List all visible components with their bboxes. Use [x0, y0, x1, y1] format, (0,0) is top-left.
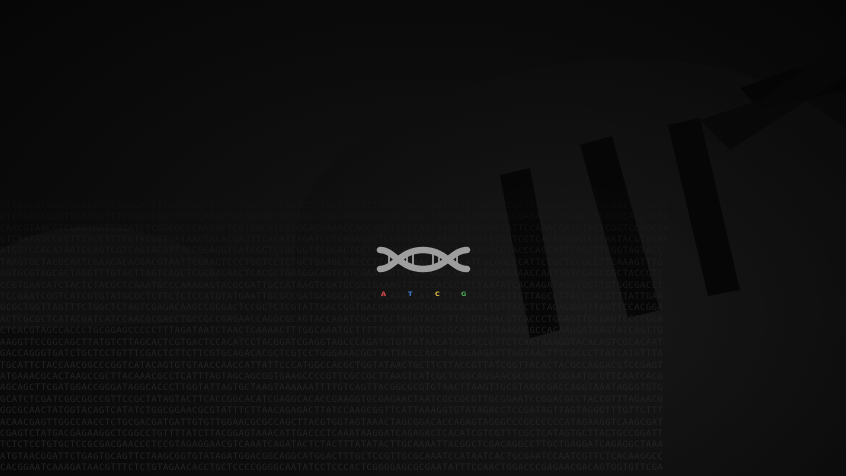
base-letters: A T C G [376, 290, 471, 300]
sequence-line: TGCATTCTACCAACGGCCCGGTCATACAGTGTGTAACCAA… [0, 360, 664, 371]
sequence-line: ATGTAACGGATTCTGAGTGCAGTTCTAAGCGGTGTATAGA… [0, 451, 664, 462]
sequence-line: CTCACGTAGCCACCCTGCGGAGCCCCCTTTAGATAATCTA… [0, 326, 664, 337]
base-c: C [435, 290, 440, 298]
sequence-line: CGAGTCTATGACGAGAAGGCTCGGCCTGTTTTATCTTACG… [0, 428, 664, 439]
sequence-line: ACTCGCGCTCATACGATCATCCAACGCGACCTGCCGCCGA… [0, 314, 664, 325]
sequence-line: CACGGAATCAAAGATAACGTTTCTCTGTAGAACACCTGCT… [0, 463, 664, 474]
sequence-line: TTACACGATGACCGTGTCTGAGACACTGAGAGTTCCAGAC… [0, 189, 664, 200]
sequence-line: GACCAGGGTGATCTGCTCCTGTTTCGACTCTTCTTCGTGC… [0, 349, 664, 360]
splash-screen: CCTAATACGGTCAGGACCTCGCATCATCGATGTTAATGCG… [0, 0, 846, 476]
sequence-line: ATCTGACCCGATGAATCATTTCGAGCCGACTGTTCAGACT… [0, 212, 670, 223]
sequence-line: AAGGTTCCGGCAGCTTATGTCTTAGCACTCGTGACTCCAC… [0, 337, 664, 348]
sequence-line: TCTCTCCTGTGCTCCGCGACGAACCCTCCGTAGAGGAACG… [0, 440, 664, 451]
dna-helix-icon [376, 246, 471, 273]
sequence-line: ACAACGAGTTGGCCAACCTCTGCGACGATGATTGTGTTGG… [0, 417, 664, 428]
sequence-line: CAACGTAACGTCGAGTGATTGGATCTCGGGGCCCAGTACT… [0, 223, 670, 234]
sequence-line: ATGAAACGCACTAAGCCGCTTACAAACGCCTCATTTAGTA… [0, 371, 664, 382]
sequence-line: GCGCTGGTTAGTTTCTGGCTCTAGTCGAGACAAGCCGCGA… [0, 303, 664, 314]
base-t: T [408, 290, 413, 298]
sequence-line: AGCAGCTTCGATGGACCGGGATAGGCACCCTTGGTATTAG… [0, 383, 664, 394]
sequence-line: CCTAATACGGTCAGGACCTCGCATCATCGATGTTAATGCG… [0, 178, 658, 188]
dna-sequence-background: CCTAATACGGTCAGGACCTCGCATCATCGATGTTAATGCG… [0, 178, 846, 476]
sequence-line: GTTAACGCGACCAACCACGTACAGACTTTAAACAGTCTGT… [0, 200, 670, 211]
base-a: A [381, 290, 387, 298]
sequence-line: GCATCTCGATCGGCGGCCGTTCCGCTATAGTACTTCACCG… [0, 394, 664, 405]
sequence-line: GGCGCAACTATGGTACAGTCATATCTGGCGGAACGCGTAT… [0, 406, 664, 417]
base-g: G [461, 290, 467, 298]
